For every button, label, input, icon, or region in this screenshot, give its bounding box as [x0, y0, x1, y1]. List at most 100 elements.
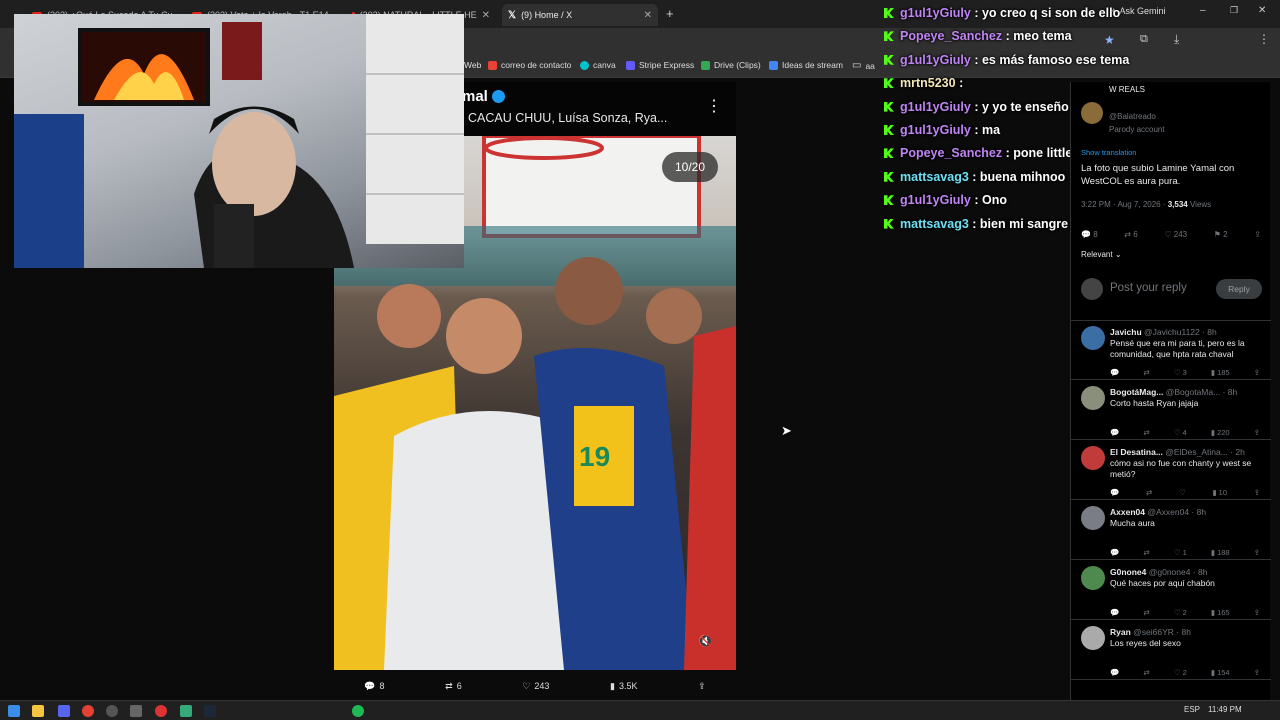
- reply-icon[interactable]: 💬: [1110, 608, 1119, 617]
- share-icon[interactable]: ⇪: [1254, 368, 1260, 377]
- bookmark-star-icon[interactable]: ★: [1104, 33, 1115, 47]
- reply-author[interactable]: Ryan @sei66YR · 8h: [1110, 627, 1268, 637]
- repost-button[interactable]: ⇄ 6: [445, 681, 462, 692]
- reply-button[interactable]: 💬 8: [1081, 230, 1098, 239]
- reply-icon[interactable]: 💬: [1110, 488, 1119, 497]
- steam-icon[interactable]: [204, 705, 216, 717]
- avatar[interactable]: [1081, 566, 1105, 590]
- reply-button[interactable]: 💬 8: [364, 681, 384, 692]
- windows-start-icon[interactable]: [8, 705, 20, 717]
- reply-icon[interactable]: 💬: [1110, 548, 1119, 557]
- bookmark-button[interactable]: ⚑ 2: [1214, 230, 1228, 239]
- bookmark-stripe[interactable]: Stripe Express: [626, 60, 694, 70]
- close-icon[interactable]: ✕: [482, 10, 490, 21]
- reply-item[interactable]: BogotáMag... @BogotaMa... · 8h Corto hast…: [1071, 380, 1271, 440]
- clock[interactable]: 11:49 PM: [1208, 705, 1242, 714]
- avatar[interactable]: [1081, 626, 1105, 650]
- chat-username[interactable]: Popeye_Sanchez: [900, 29, 1002, 43]
- share-icon[interactable]: ⇪: [1254, 230, 1261, 239]
- file-explorer-icon[interactable]: [32, 705, 44, 717]
- repost-icon[interactable]: ⇄: [1143, 428, 1149, 437]
- views-count[interactable]: ▮ 185: [1211, 368, 1230, 377]
- like-button[interactable]: ♡ 2: [1174, 668, 1187, 677]
- reply-item[interactable]: Javichu @Javichu1122 · 8h Pensé que era m…: [1071, 320, 1271, 380]
- like-button[interactable]: ♡: [1179, 488, 1186, 497]
- bookmark-drive[interactable]: Drive (Clips): [701, 60, 761, 70]
- chrome-icon[interactable]: [82, 705, 94, 717]
- views-count[interactable]: ▮ 220: [1211, 428, 1230, 437]
- reply-author[interactable]: BogotáMag... @BogotaMa... · 8h: [1110, 387, 1268, 397]
- reply-icon[interactable]: 💬: [1110, 428, 1119, 437]
- repost-icon[interactable]: ⇄: [1143, 668, 1149, 677]
- obs-icon[interactable]: [106, 705, 118, 717]
- reply-item[interactable]: Ryan @sei66YR · 8h Los reyes del sexo 💬 ⇄ ♡ …: [1071, 620, 1271, 680]
- reply-author[interactable]: Javichu @Javichu1122 · 8h: [1110, 327, 1268, 337]
- reply-item[interactable]: G0none4 @g0none4 · 8h Qué haces por aquí …: [1071, 560, 1271, 620]
- app-icon[interactable]: [180, 705, 192, 717]
- tab-x-home[interactable]: 𝕏 (9) Home / X ✕: [502, 4, 658, 26]
- mute-icon[interactable]: 🔇: [698, 634, 714, 650]
- bookmark-web[interactable]: Web: [464, 60, 481, 70]
- show-translation-link[interactable]: Show translation: [1081, 148, 1136, 157]
- views-count[interactable]: ▮ 10: [1212, 488, 1227, 497]
- bookmark-aa[interactable]: ▭ aa: [852, 60, 875, 71]
- chat-username[interactable]: g1ul1yGiuly: [900, 123, 971, 137]
- sort-dropdown[interactable]: Relevant ⌄: [1081, 250, 1122, 259]
- chat-username[interactable]: g1ul1yGiuly: [900, 193, 971, 207]
- reply-submit-button[interactable]: Reply: [1216, 279, 1262, 299]
- views-button[interactable]: ▮ 3.5K: [610, 681, 637, 692]
- chat-username[interactable]: g1ul1yGiuly: [900, 53, 971, 67]
- views-count[interactable]: ▮ 188: [1211, 548, 1230, 557]
- chat-username[interactable]: g1ul1yGiuly: [900, 6, 971, 20]
- reply-author[interactable]: G0none4 @g0none4 · 8h: [1110, 567, 1268, 577]
- like-button[interactable]: ♡ 1: [1174, 548, 1187, 557]
- share-icon[interactable]: ⇪: [1254, 488, 1260, 497]
- share-icon[interactable]: ⇪: [1254, 548, 1260, 557]
- like-button[interactable]: ♡ 4: [1174, 428, 1187, 437]
- minimize-icon[interactable]: –: [1200, 5, 1206, 16]
- chat-username[interactable]: g1ul1yGiuly: [900, 100, 971, 114]
- avatar[interactable]: [1081, 102, 1103, 124]
- reply-author[interactable]: El Desatina... @ElDes_Atina... · 2h: [1110, 447, 1268, 457]
- avatar[interactable]: [1081, 386, 1105, 410]
- share-icon[interactable]: ⇪: [1254, 428, 1260, 437]
- close-icon[interactable]: ✕: [644, 10, 652, 21]
- like-button[interactable]: ♡ 243: [1164, 230, 1187, 239]
- reply-item[interactable]: El Desatina... @ElDes_Atina... · 2h cómo …: [1071, 440, 1271, 500]
- bookmark-ideas[interactable]: Ideas de stream: [769, 60, 843, 70]
- spotify-icon[interactable]: [352, 705, 364, 717]
- repost-button[interactable]: ⇄ 6: [1124, 230, 1137, 239]
- chat-username[interactable]: mrtn5230: [900, 76, 956, 90]
- app-icon[interactable]: [130, 705, 142, 717]
- language-indicator[interactable]: ESP: [1184, 705, 1200, 714]
- reply-input[interactable]: Post your reply: [1110, 282, 1187, 294]
- close-window-icon[interactable]: ✕: [1258, 5, 1266, 16]
- discord-icon[interactable]: [58, 705, 70, 717]
- like-button[interactable]: ♡ 2: [1174, 608, 1187, 617]
- extensions-icon[interactable]: ⧉: [1140, 33, 1148, 46]
- reply-icon[interactable]: 💬: [1110, 668, 1119, 677]
- new-tab-icon[interactable]: +: [666, 6, 674, 21]
- bookmark-canva[interactable]: canva: [580, 60, 616, 70]
- chat-username[interactable]: Popeye_Sanchez: [900, 146, 1002, 160]
- maximize-icon[interactable]: ❐: [1230, 5, 1238, 16]
- author-handle[interactable]: @Balatreado: [1109, 112, 1156, 121]
- more-options-icon[interactable]: ⋮: [706, 96, 722, 116]
- views-count[interactable]: ▮ 165: [1211, 608, 1230, 617]
- chat-username[interactable]: mattsavag3: [900, 217, 969, 231]
- avatar[interactable]: [1081, 506, 1105, 530]
- download-icon[interactable]: ⤓: [1174, 32, 1179, 47]
- menu-dots-icon[interactable]: ⋮: [1258, 32, 1270, 46]
- chat-username[interactable]: mattsavag3: [900, 170, 969, 184]
- share-icon[interactable]: ⇪: [1254, 668, 1260, 677]
- reply-icon[interactable]: 💬: [1110, 368, 1119, 377]
- repost-icon[interactable]: ⇄: [1143, 548, 1149, 557]
- bookmark-gmail[interactable]: correo de contacto: [488, 60, 571, 70]
- reply-item[interactable]: Axxen04 @Axxen04 · 8h Mucha aura 💬 ⇄ ♡ 1 ▮ 18…: [1071, 500, 1271, 560]
- like-button[interactable]: ♡ 3: [1174, 368, 1187, 377]
- media-tagged-users[interactable]: CACAU CHUU, Luísa Sonza, Rya...: [468, 111, 667, 125]
- share-icon[interactable]: ⇪: [1254, 608, 1260, 617]
- repost-icon[interactable]: ⇄: [1146, 488, 1152, 497]
- reply-author[interactable]: Axxen04 @Axxen04 · 8h: [1110, 507, 1268, 517]
- avatar[interactable]: [1081, 446, 1105, 470]
